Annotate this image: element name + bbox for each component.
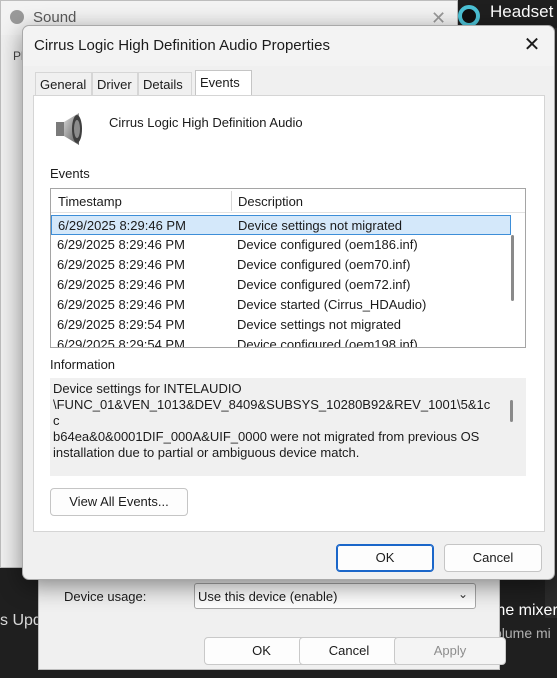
events-list[interactable]: Timestamp Description 6/29/2025 8:29:46 … bbox=[50, 188, 526, 348]
table-row[interactable]: 6/29/2025 8:29:54 PM Device settings not… bbox=[51, 315, 511, 335]
device-usage-select[interactable]: Use this device (enable) ⌄ bbox=[194, 583, 476, 609]
table-row[interactable]: 6/29/2025 8:29:46 PM Device configured (… bbox=[51, 235, 511, 255]
table-row[interactable]: 6/29/2025 8:29:46 PM Device started (Cir… bbox=[51, 295, 511, 315]
dialog-titlebar: Cirrus Logic High Definition Audio Prope… bbox=[23, 26, 554, 66]
device-name: Cirrus Logic High Definition Audio bbox=[109, 115, 303, 130]
events-label: Events bbox=[50, 166, 90, 181]
event-timestamp: 6/29/2025 8:29:46 PM bbox=[58, 218, 186, 233]
event-timestamp: 6/29/2025 8:29:46 PM bbox=[57, 297, 185, 312]
events-list-header: Timestamp Description bbox=[51, 189, 525, 213]
background-headset-label: Headset bbox=[490, 2, 554, 21]
information-scrollbar[interactable] bbox=[510, 400, 513, 422]
cancel-button[interactable]: Cancel bbox=[444, 544, 542, 572]
tab-driver[interactable]: Driver bbox=[92, 72, 138, 95]
table-row[interactable]: 6/29/2025 8:29:46 PM Device configured (… bbox=[51, 255, 511, 275]
device-usage-value: Use this device (enable) bbox=[198, 589, 338, 604]
close-icon[interactable]: ✕ bbox=[520, 33, 544, 57]
information-box[interactable]: Device settings for INTELAUDIO \FUNC_01&… bbox=[50, 378, 526, 476]
ok-button[interactable]: OK bbox=[336, 544, 434, 572]
headset-icon bbox=[458, 5, 480, 27]
event-description: Device configured (oem198.inf) bbox=[237, 337, 418, 348]
column-divider[interactable] bbox=[231, 191, 232, 211]
event-timestamp: 6/29/2025 8:29:54 PM bbox=[57, 317, 185, 332]
event-timestamp: 6/29/2025 8:29:46 PM bbox=[57, 237, 185, 252]
event-description: Device configured (oem186.inf) bbox=[237, 237, 418, 252]
event-description: Device settings not migrated bbox=[237, 317, 402, 332]
information-label: Information bbox=[50, 357, 116, 372]
event-timestamp: 6/29/2025 8:29:46 PM bbox=[57, 277, 185, 292]
background-updates-label: s Upd bbox=[0, 612, 42, 629]
column-header-timestamp[interactable]: Timestamp bbox=[58, 194, 122, 209]
event-description: Device configured (oem72.inf) bbox=[237, 277, 411, 292]
event-description: Device settings not migrated bbox=[238, 218, 403, 233]
event-timestamp: 6/29/2025 8:29:54 PM bbox=[57, 337, 185, 348]
events-rows: 6/29/2025 8:29:46 PM Device settings not… bbox=[51, 215, 511, 348]
information-text: Device settings for INTELAUDIO \FUNC_01&… bbox=[53, 381, 491, 460]
column-header-description[interactable]: Description bbox=[238, 194, 303, 209]
event-description: Device configured (oem70.inf) bbox=[237, 257, 411, 272]
table-row[interactable]: 6/29/2025 8:29:46 PM Device configured (… bbox=[51, 275, 511, 295]
sound-app-icon bbox=[10, 10, 24, 24]
view-all-events-button[interactable]: View All Events... bbox=[50, 488, 188, 516]
background-mixer-label: me mixer bbox=[492, 602, 557, 619]
dialog-title: Cirrus Logic High Definition Audio Prope… bbox=[34, 37, 330, 54]
audio-properties-dialog: Cirrus Logic High Definition Audio Prope… bbox=[22, 25, 555, 580]
sound-window-title: Sound bbox=[33, 9, 77, 26]
device-props-cancel-button[interactable]: Cancel bbox=[299, 637, 399, 665]
event-description: Device started (Cirrus_HDAudio) bbox=[237, 297, 427, 312]
tab-events[interactable]: Events bbox=[195, 70, 252, 95]
device-props-apply-button[interactable]: Apply bbox=[394, 637, 506, 665]
event-timestamp: 6/29/2025 8:29:46 PM bbox=[57, 257, 185, 272]
tab-general[interactable]: General bbox=[35, 72, 92, 95]
events-scrollbar[interactable] bbox=[511, 235, 514, 301]
table-row[interactable]: 6/29/2025 8:29:46 PM Device settings not… bbox=[51, 215, 511, 235]
speaker-icon bbox=[56, 113, 82, 145]
table-row[interactable]: 6/29/2025 8:29:54 PM Device configured (… bbox=[51, 335, 511, 348]
tab-details[interactable]: Details bbox=[138, 72, 192, 95]
device-usage-label: Device usage: bbox=[64, 589, 147, 604]
chevron-down-icon: ⌄ bbox=[457, 587, 468, 601]
